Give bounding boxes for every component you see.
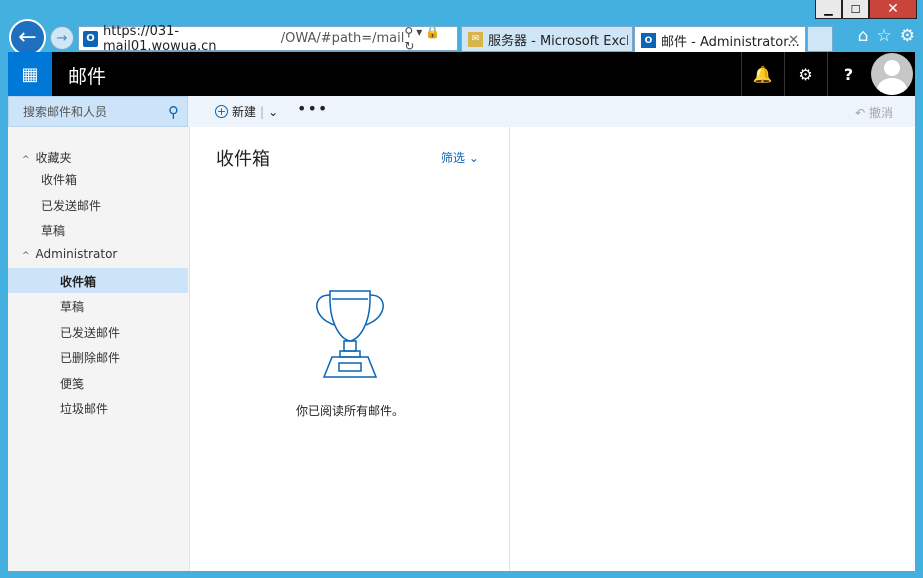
outlook-icon: O <box>641 33 656 48</box>
arrow-left-icon: ← <box>18 25 37 50</box>
help-icon: ? <box>843 64 854 84</box>
close-window-button[interactable]: ✕ <box>869 0 917 19</box>
forward-button[interactable]: → <box>50 26 74 50</box>
app-title: 邮件 <box>68 66 107 88</box>
folder-item-drafts[interactable]: 草稿 <box>60 298 84 315</box>
folder-item-sent[interactable]: 已发送邮件 <box>60 324 120 341</box>
notifications-button[interactable]: 🔔 <box>741 52 783 96</box>
undo-button[interactable]: ↶ 撤消 <box>855 104 893 121</box>
refresh-icon[interactable]: ↻ <box>404 39 417 53</box>
favorites-star-icon[interactable]: ☆ <box>877 26 892 46</box>
back-button[interactable]: ← <box>9 19 46 56</box>
more-actions-button[interactable]: ••• <box>297 99 328 118</box>
favorites-header[interactable]: ^ 收藏夹 <box>22 149 72 166</box>
avatar[interactable] <box>871 53 913 95</box>
new-message-button[interactable]: + 新建 | ⌄ <box>215 103 278 120</box>
window-border-right <box>915 96 923 578</box>
folder-pane: ^ 收藏夹 收件箱 已发送邮件 草稿 ^ Administrator 收件箱 草稿 … <box>8 127 190 571</box>
plus-icon: + <box>215 105 228 118</box>
divider: | <box>260 104 265 119</box>
favorite-item-inbox[interactable]: 收件箱 <box>41 171 77 188</box>
address-bar[interactable]: O https://031-mail01.wowua.cn/OWA/#path=… <box>78 23 458 54</box>
help-button[interactable]: ? <box>827 52 869 96</box>
favorite-item-drafts[interactable]: 草稿 <box>41 222 65 239</box>
window-border-bottom <box>0 571 923 578</box>
search-placeholder: 搜索邮件和人员 <box>23 105 108 119</box>
reading-pane <box>510 127 915 571</box>
chevron-up-icon[interactable]: ^ <box>22 155 30 165</box>
chevron-up-icon[interactable]: ^ <box>22 251 30 261</box>
selected-folder-highlight <box>8 268 188 293</box>
new-tab-button[interactable] <box>807 26 833 52</box>
folder-item-inbox[interactable]: 收件箱 <box>60 273 96 290</box>
folder-item-deleted[interactable]: 已删除邮件 <box>60 349 120 366</box>
browser-chrome: ▁ ☐ ✕ ← → O https://031-mail01.wowua.cn /… <box>0 0 923 56</box>
search-icon[interactable]: ⚲ <box>404 25 416 39</box>
search-icon[interactable]: ⚲ <box>168 103 179 121</box>
tab-label: 邮件 - Administrator... <box>661 35 800 50</box>
undo-label: 撤消 <box>868 106 893 120</box>
account-header[interactable]: ^ Administrator <box>22 247 117 261</box>
favorite-item-sent[interactable]: 已发送邮件 <box>41 197 101 214</box>
trophy-icon <box>316 290 384 378</box>
settings-button[interactable]: ⚙ <box>784 52 826 96</box>
outlook-icon: O <box>83 30 98 47</box>
chevron-down-icon[interactable]: ⌄ <box>268 105 278 119</box>
settings-gear-icon[interactable]: ⚙ <box>900 26 915 46</box>
arrow-right-icon: → <box>56 30 68 46</box>
filter-button[interactable]: 筛选 ⌄ <box>441 149 479 166</box>
empty-state-text: 你已阅读所有邮件。 <box>295 404 404 418</box>
new-label: 新建 <box>232 105 257 119</box>
avatar-body <box>877 78 907 95</box>
lock-icon: 🔒 <box>425 24 444 39</box>
main-content: ^ 收藏夹 收件箱 已发送邮件 草稿 ^ Administrator 收件箱 草稿 … <box>8 127 915 571</box>
window-border-left <box>0 96 8 578</box>
gear-icon: ⚙ <box>798 64 813 84</box>
waffle-icon: ▦ <box>21 63 39 85</box>
url-path: /OWA/#path=/mail <box>280 31 405 46</box>
tab-exchange-admin[interactable]: ✉ 服务器 - Microsoft Exch... <box>461 26 633 52</box>
chevron-down-icon: ⌄ <box>468 151 479 165</box>
search-input[interactable]: 搜索邮件和人员 ⚲ <box>8 96 188 127</box>
tab-mail[interactable]: O 邮件 - Administrator... ✕ <box>634 26 806 54</box>
exchange-admin-icon: ✉ <box>468 31 483 47</box>
folder-title: 收件箱 <box>216 149 270 170</box>
command-bar: 搜索邮件和人员 ⚲ + 新建 | ⌄ ••• ↶ 撤消 <box>8 96 915 127</box>
message-list: 收件箱 筛选 ⌄ 你已阅读所有邮件。 <box>190 127 510 571</box>
suite-bar: ▦ 邮件 🔔 ⚙ ? <box>8 52 915 96</box>
maximize-button[interactable]: ☐ <box>842 0 869 19</box>
window-controls: ▁ ☐ ✕ <box>815 0 917 19</box>
app-launcher-button[interactable]: ▦ <box>8 52 52 96</box>
home-icon[interactable]: ⌂ <box>858 26 869 46</box>
browser-tools: ⌂ ☆ ⚙ <box>858 26 915 46</box>
folder-item-notes[interactable]: 便笺 <box>60 375 84 392</box>
folder-item-junk[interactable]: 垃圾邮件 <box>60 400 108 417</box>
dropdown-icon[interactable]: ▾ <box>416 25 425 39</box>
minimize-button[interactable]: ▁ <box>815 0 842 19</box>
url-host: https://031-mail01.wowua.cn <box>103 23 217 54</box>
address-bar-icons[interactable]: ⚲▾🔒 ↻ <box>404 25 457 53</box>
tab-label: 服务器 - Microsoft Exch... <box>488 33 628 49</box>
undo-icon: ↶ <box>855 106 866 120</box>
tab-close-icon[interactable]: ✕ <box>788 33 799 48</box>
avatar-head <box>884 60 900 76</box>
bell-icon: 🔔 <box>752 64 773 84</box>
